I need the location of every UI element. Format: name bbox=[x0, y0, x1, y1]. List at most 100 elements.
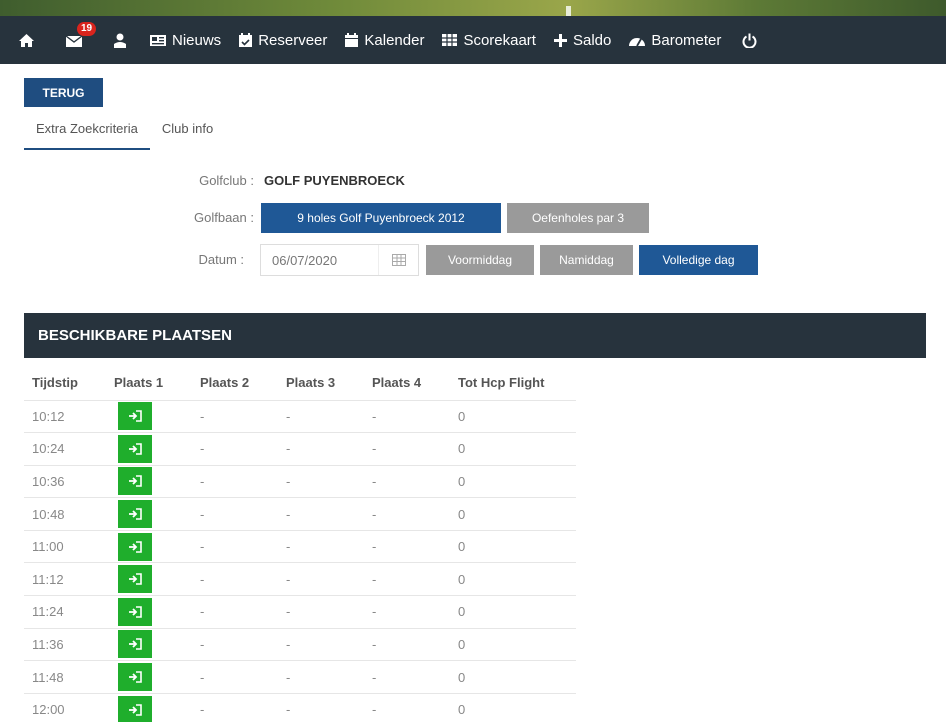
slot-place-3: - bbox=[284, 660, 370, 694]
table-row: 11:12- - -0 bbox=[24, 562, 576, 596]
slot-time: 10:12 bbox=[24, 399, 112, 433]
slot-place-1 bbox=[112, 692, 198, 722]
slot-place-2: - bbox=[198, 562, 284, 596]
col-header-tot-hcp-flight: Tot Hcp Flight bbox=[458, 375, 545, 391]
slot-place-3: - bbox=[284, 595, 370, 629]
slot-hcp-flight: 0 bbox=[456, 497, 576, 531]
slot-place-1 bbox=[112, 529, 198, 563]
table-row: 11:48- - -0 bbox=[24, 660, 576, 694]
date-field[interactable]: 06/07/2020 bbox=[260, 244, 419, 276]
nav-profile[interactable] bbox=[113, 16, 132, 64]
book-slot-button[interactable] bbox=[118, 630, 152, 659]
sign-in-icon bbox=[129, 508, 142, 520]
slot-place-2: - bbox=[198, 529, 284, 563]
nav-home[interactable] bbox=[18, 16, 40, 64]
nav-label-nieuws: Nieuws bbox=[172, 31, 222, 49]
period-namiddag[interactable]: Namiddag bbox=[540, 245, 633, 275]
nav-label-saldo: Saldo bbox=[572, 31, 612, 49]
book-slot-button[interactable] bbox=[118, 402, 152, 431]
tab-bar: Extra Zoekcriteria Club info bbox=[24, 114, 225, 150]
book-slot-button[interactable] bbox=[118, 532, 152, 561]
newspaper-icon bbox=[149, 34, 167, 47]
slot-place-2: - bbox=[198, 399, 284, 433]
tab-club-info[interactable]: Club info bbox=[150, 114, 225, 150]
nav-reserveer[interactable]: Reserveer bbox=[238, 16, 327, 64]
slot-hcp-flight: 0 bbox=[456, 399, 576, 433]
slot-place-3: - bbox=[284, 497, 370, 531]
table-row: 10:24- - -0 bbox=[24, 432, 576, 466]
book-slot-button[interactable] bbox=[118, 695, 152, 722]
slot-time: 11:36 bbox=[24, 627, 112, 661]
top-banner-strip bbox=[0, 0, 946, 16]
slot-place-3: - bbox=[284, 692, 370, 722]
tab-extra-zoekcriteria[interactable]: Extra Zoekcriteria bbox=[24, 114, 150, 150]
nav-barometer[interactable]: Barometer bbox=[628, 16, 721, 64]
nav-saldo[interactable]: Saldo bbox=[553, 16, 611, 64]
club-value: GOLF PUYENBROECK bbox=[264, 173, 405, 188]
slot-place-3: - bbox=[284, 529, 370, 563]
slot-place-1 bbox=[112, 595, 198, 629]
slot-time: 11:00 bbox=[24, 529, 112, 563]
nav-messages[interactable]: 19 bbox=[65, 16, 97, 64]
col-header-plaats-4: Plaats 4 bbox=[372, 375, 422, 391]
banner-mark bbox=[566, 6, 571, 16]
nav-kalender[interactable]: Kalender bbox=[344, 16, 424, 64]
table-row: 11:36- - -0 bbox=[24, 627, 576, 661]
sign-in-icon bbox=[129, 638, 142, 651]
table-row: 10:12- - -0 bbox=[24, 399, 576, 433]
slot-hcp-flight: 0 bbox=[456, 529, 576, 563]
course-option-oefenholes[interactable]: Oefenholes par 3 bbox=[507, 203, 649, 233]
slot-time: 10:24 bbox=[24, 432, 112, 466]
slot-place-2: - bbox=[198, 432, 284, 466]
slot-place-2: - bbox=[198, 692, 284, 722]
book-slot-button[interactable] bbox=[118, 500, 152, 529]
slot-time: 10:48 bbox=[24, 497, 112, 531]
slot-place-4: - bbox=[370, 529, 456, 563]
top-navbar: 19 Nieuws Reserveer Kalender Scorekaart … bbox=[0, 16, 946, 64]
book-slot-button[interactable] bbox=[118, 663, 152, 692]
sign-in-icon bbox=[129, 443, 142, 455]
col-header-tijdstip: Tijdstip bbox=[32, 375, 78, 391]
slot-time: 10:36 bbox=[24, 464, 112, 498]
back-button[interactable]: TERUG bbox=[24, 78, 103, 107]
sign-in-icon bbox=[129, 475, 142, 488]
nav-label-reserveer: Reserveer bbox=[258, 31, 328, 49]
book-slot-button[interactable] bbox=[118, 434, 152, 463]
table-row: 10:48- - -0 bbox=[24, 497, 576, 531]
course-option-9-holes[interactable]: 9 holes Golf Puyenbroeck 2012 bbox=[261, 203, 501, 233]
home-icon bbox=[18, 33, 35, 48]
slot-place-3: - bbox=[284, 464, 370, 498]
slot-place-4: - bbox=[370, 562, 456, 596]
slot-place-4: - bbox=[370, 595, 456, 629]
calendar-grid-icon[interactable] bbox=[378, 245, 418, 275]
slot-place-2: - bbox=[198, 497, 284, 531]
slot-place-2: - bbox=[198, 464, 284, 498]
sign-in-icon bbox=[129, 704, 142, 716]
slot-place-1 bbox=[112, 432, 198, 466]
table-icon bbox=[441, 33, 458, 47]
col-header-plaats-3: Plaats 3 bbox=[286, 375, 336, 391]
book-slot-button[interactable] bbox=[118, 467, 152, 496]
table-row: 11:00- - -0 bbox=[24, 529, 576, 563]
slot-place-3: - bbox=[284, 432, 370, 466]
slot-place-2: - bbox=[198, 595, 284, 629]
slot-place-1 bbox=[112, 562, 198, 596]
power-icon bbox=[742, 33, 757, 48]
date-value: 06/07/2020 bbox=[272, 252, 338, 268]
nav-scorekaart[interactable]: Scorekaart bbox=[441, 16, 536, 64]
sign-in-icon bbox=[129, 573, 142, 586]
slot-hcp-flight: 0 bbox=[456, 692, 576, 722]
nav-nieuws[interactable]: Nieuws bbox=[149, 16, 221, 64]
slot-place-1 bbox=[112, 464, 198, 498]
book-slot-button[interactable] bbox=[118, 597, 152, 626]
period-voormiddag[interactable]: Voormiddag bbox=[426, 245, 534, 275]
course-label: Golfbaan : bbox=[194, 210, 254, 225]
messages-badge: 19 bbox=[77, 22, 97, 36]
sign-in-icon bbox=[129, 671, 142, 683]
col-header-plaats-1: Plaats 1 bbox=[114, 375, 164, 391]
nav-logout[interactable] bbox=[742, 16, 762, 64]
book-slot-button[interactable] bbox=[118, 565, 152, 594]
period-volledige-dag[interactable]: Volledige dag bbox=[639, 245, 758, 275]
slot-time: 12:00 bbox=[24, 692, 112, 722]
table-header-row: Tijdstip Plaats 1 Plaats 2 Plaats 3 Plaa… bbox=[24, 366, 576, 400]
